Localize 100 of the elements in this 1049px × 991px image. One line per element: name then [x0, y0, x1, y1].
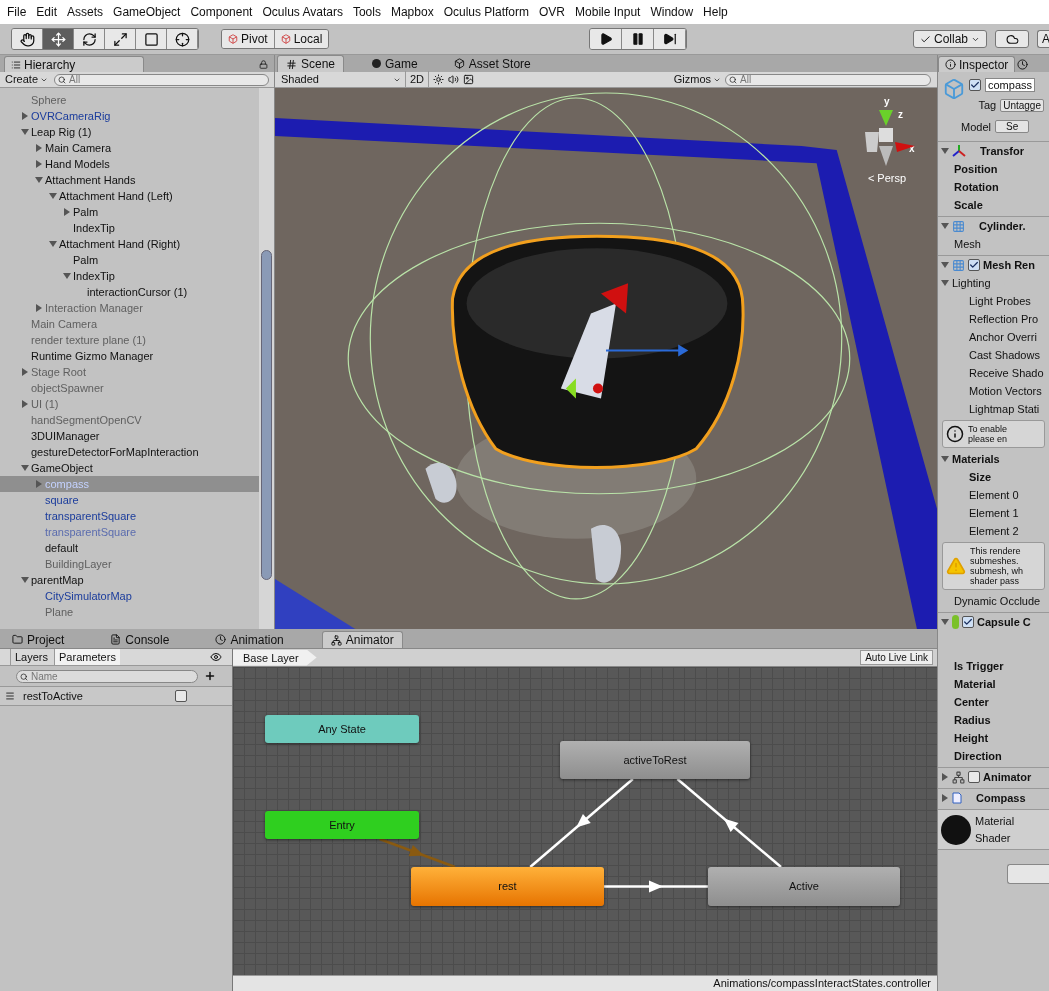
hierarchy-item[interactable]: Attachment Hands	[0, 172, 259, 188]
checkbox[interactable]	[968, 771, 980, 783]
foldout-open-icon[interactable]	[941, 279, 949, 287]
menu-item[interactable]: Component	[185, 3, 258, 21]
tab[interactable]: Project	[4, 631, 73, 648]
menu-item[interactable]: File	[2, 3, 32, 21]
eye-icon[interactable]	[210, 651, 222, 663]
speaker-icon[interactable]	[448, 74, 460, 85]
hierarchy-item[interactable]: OVRCameraRig	[0, 108, 259, 124]
state-node[interactable]: rest	[411, 867, 604, 906]
checkbox[interactable]	[969, 79, 981, 91]
tab[interactable]: Inspector	[938, 56, 1016, 72]
tab[interactable]: Game	[364, 55, 426, 72]
gizmos-dropdown[interactable]: Gizmos	[673, 71, 721, 88]
triangle-right-icon[interactable]	[35, 304, 43, 312]
menu-item[interactable]: Mapbox	[385, 3, 439, 21]
foldout-closed-icon[interactable]	[941, 794, 949, 802]
hierarchy-item[interactable]: IndexTip	[0, 268, 259, 284]
hierarchy-item[interactable]: BuildingLayer	[0, 556, 259, 572]
hierarchy-item[interactable]: transparentSquare	[0, 508, 259, 524]
hierarchy-item[interactable]: Palm	[0, 252, 259, 268]
foldout-open-icon[interactable]	[941, 261, 949, 269]
hierarchy-search-field[interactable]: All	[54, 73, 269, 86]
scene-search-field[interactable]: All	[725, 73, 931, 86]
hierarchy-item[interactable]: Interaction Manager	[0, 300, 259, 316]
breadcrumb[interactable]: Base Layer	[233, 649, 317, 666]
menu-item[interactable]: Oculus Avatars	[257, 3, 348, 21]
tool-button[interactable]	[136, 29, 167, 49]
tab[interactable]: Console	[102, 631, 178, 648]
playback-button[interactable]	[654, 29, 687, 49]
hierarchy-item[interactable]: gestureDetectorForMapInteraction	[0, 444, 259, 460]
menu-item[interactable]: OVR	[534, 3, 571, 21]
add-component-button[interactable]	[1007, 864, 1049, 884]
checkbox[interactable]	[968, 259, 980, 271]
add-icon[interactable]	[204, 670, 216, 682]
triangle-right-icon[interactable]	[63, 208, 71, 216]
checkbox[interactable]	[175, 690, 187, 702]
hierarchy-item[interactable]: Stage Root	[0, 364, 259, 380]
hierarchy-item[interactable]: IndexTip	[0, 220, 259, 236]
tab[interactable]: Hierarchy	[4, 56, 144, 72]
2d-toggle[interactable]: 2D	[405, 71, 430, 88]
foldout-label[interactable]: Materials	[952, 450, 1000, 468]
hierarchy-item[interactable]: Palm	[0, 204, 259, 220]
tab[interactable]: Parameters	[54, 649, 120, 665]
tool-button[interactable]	[43, 29, 74, 49]
checkbox[interactable]	[962, 616, 974, 628]
state-node[interactable]: Entry	[265, 811, 419, 839]
menu-item[interactable]: Assets	[62, 3, 109, 21]
foldout-open-icon[interactable]	[941, 222, 949, 230]
tab[interactable]: Asset Store	[445, 55, 539, 72]
transition-arrow[interactable]	[379, 837, 456, 869]
hierarchy-item[interactable]: Main Camera	[0, 140, 259, 156]
state-node[interactable]: Active	[708, 867, 900, 906]
triangle-right-icon[interactable]	[21, 400, 29, 408]
object-name-field[interactable]: compass	[985, 78, 1036, 92]
cloud-button[interactable]	[995, 30, 1029, 48]
transition-arrow[interactable]	[604, 880, 708, 893]
tab[interactable]: Scene	[277, 55, 345, 72]
tool-button[interactable]	[74, 29, 105, 49]
triangle-right-icon[interactable]	[35, 160, 43, 168]
triangle-down-icon[interactable]	[49, 240, 57, 248]
hierarchy-item[interactable]: Plane	[0, 604, 259, 620]
playback-button[interactable]	[590, 29, 623, 49]
foldout-open-icon[interactable]	[941, 455, 949, 463]
triangle-right-icon[interactable]	[21, 368, 29, 376]
scrollbar[interactable]	[261, 250, 272, 580]
menu-item[interactable]: Tools	[347, 3, 386, 21]
hierarchy-item[interactable]: Runtime Gizmo Manager	[0, 348, 259, 364]
hierarchy-item[interactable]: render texture plane (1)	[0, 332, 259, 348]
foldout-open-icon[interactable]	[941, 618, 949, 626]
triangle-down-icon[interactable]	[21, 576, 29, 584]
state-node[interactable]: activeToRest	[560, 741, 750, 779]
menu-item[interactable]: Edit	[31, 3, 63, 21]
lock-icon[interactable]	[259, 60, 268, 69]
hierarchy-item[interactable]: CitySimulatorMap	[0, 588, 259, 604]
hierarchy-item[interactable]: handSegmentOpenCV	[0, 412, 259, 428]
tab[interactable]: Layers	[10, 649, 53, 665]
triangle-down-icon[interactable]	[21, 464, 29, 472]
auto-live-link-button[interactable]: Auto Live Link	[860, 650, 933, 665]
menu-item[interactable]: GameObject	[108, 3, 186, 21]
foldout-closed-icon[interactable]	[941, 773, 949, 781]
triangle-right-icon[interactable]	[21, 112, 29, 120]
hierarchy-item[interactable]: UI (1)	[0, 396, 259, 412]
hierarchy-item[interactable]: 3DUIManager	[0, 428, 259, 444]
triangle-down-icon[interactable]	[49, 192, 57, 200]
hierarchy-item[interactable]: objectSpawner	[0, 380, 259, 396]
tab[interactable]: Animation	[207, 631, 292, 648]
triangle-down-icon[interactable]	[63, 272, 71, 280]
triangle-down-icon[interactable]	[21, 128, 29, 136]
triangle-right-icon[interactable]	[35, 144, 43, 152]
drag-handle-icon[interactable]	[5, 691, 15, 701]
sun-icon[interactable]	[433, 74, 445, 85]
playback-button[interactable]	[622, 29, 655, 49]
hierarchy-item[interactable]: parentMap	[0, 572, 259, 588]
hierarchy-item[interactable]: Hand Models	[0, 156, 259, 172]
create-dropdown[interactable]: Create	[5, 71, 49, 88]
menu-item[interactable]: Mobile Input	[570, 3, 646, 21]
state-node[interactable]: Any State	[265, 715, 419, 743]
tool-button[interactable]	[12, 29, 43, 49]
pivot-button[interactable]: Pivot	[222, 30, 275, 48]
